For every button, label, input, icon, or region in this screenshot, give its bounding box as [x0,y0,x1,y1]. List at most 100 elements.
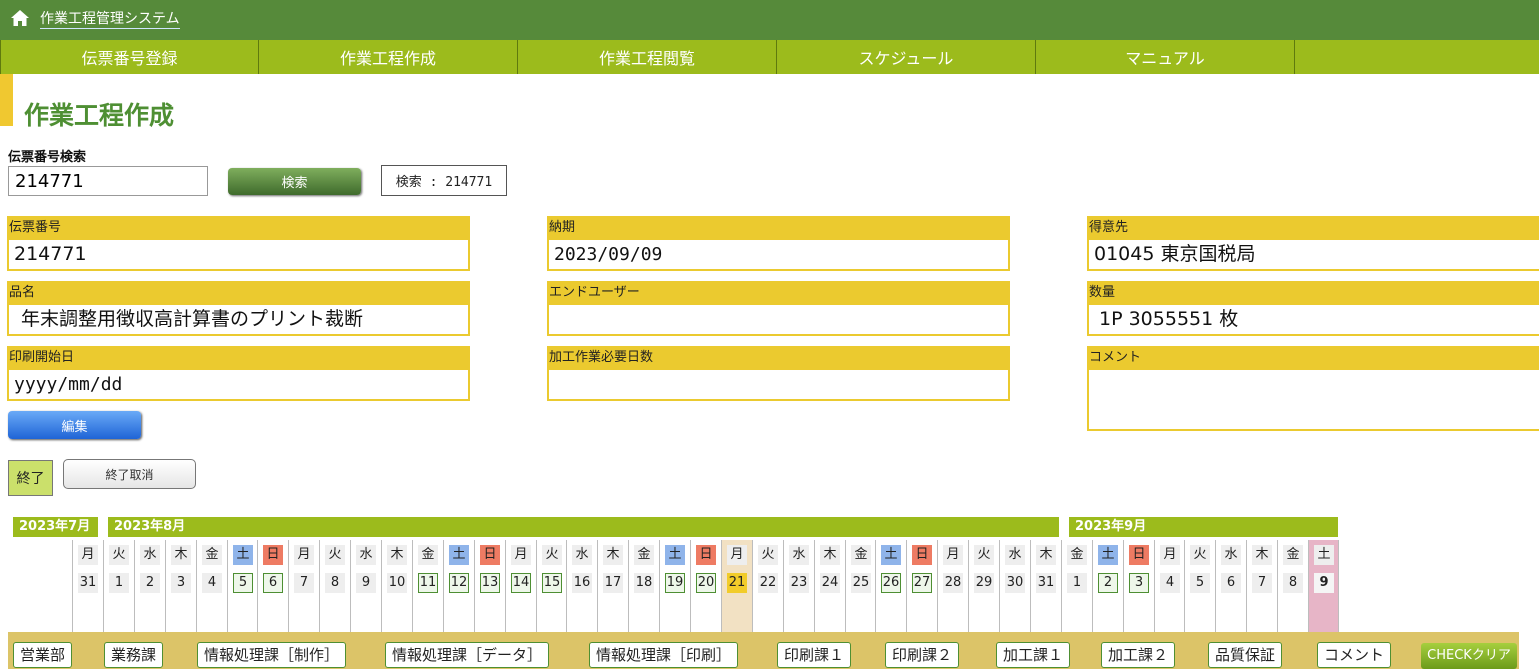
calendar-day[interactable]: 金1 [1061,540,1092,632]
print-start-value[interactable]: yyyy/mm/dd [9,370,468,399]
calendar-day[interactable]: 日 20 [690,540,721,632]
calendar-day[interactable]: 金4 [196,540,227,632]
comment-value[interactable] [1089,370,1539,399]
nav-process-view[interactable]: 作業工程閲覧 [518,40,777,74]
processing-days-value[interactable] [549,370,1008,399]
slip-search-input[interactable] [8,166,208,196]
calendar-day[interactable]: 土 26 [875,540,906,632]
calendar-day[interactable]: 火8 [319,540,350,632]
dept-processing-2[interactable]: 加工課２ [1101,642,1176,668]
cancel-done-button[interactable]: 終了取消 [63,459,196,489]
calendar-day[interactable]: 水 23 [783,540,814,632]
app-title-link[interactable]: 作業工程管理システム [40,10,180,29]
calendar-day[interactable]: 火1 [103,540,134,632]
slip-no-value[interactable]: 214771 [9,240,468,269]
calendar-day[interactable]: 火 29 [968,540,999,632]
dept-info-production[interactable]: 情報処理課［制作］ [197,642,347,668]
calendar-day[interactable]: 日 13 [474,540,505,632]
calendar-date: 27 [912,573,932,593]
calendar-day[interactable]: 火 15 [536,540,567,632]
calendar-day[interactable]: 金8 [1277,540,1308,632]
calendar-day[interactable]: 月 31 [72,540,103,632]
calendar-day[interactable]: 土2 [1092,540,1123,632]
calendar-weekday: 月 [943,545,963,565]
calendar-day[interactable]: 金 11 [412,540,443,632]
customer-field[interactable]: 得意先 01045 東京国税局 [1087,216,1539,271]
calendar-date: 7 [294,573,314,593]
month-header-september: 2023年9月 [1069,517,1338,537]
dept-quality[interactable]: 品質保証 [1208,642,1283,668]
calendar-weekday: 水 [789,545,809,565]
calendar-day[interactable]: 木3 [165,540,196,632]
calendar-day[interactable]: 月7 [288,540,319,632]
calendar-day[interactable]: 土 12 [443,540,474,632]
home-icon[interactable] [10,9,30,27]
dept-print-2[interactable]: 印刷課２ [885,642,960,668]
dept-info-print[interactable]: 情報処理課［印刷］ [589,642,739,668]
dept-sales[interactable]: 営業部 [13,642,73,668]
calendar-day[interactable]: 木 31 [1030,540,1061,632]
comment-field[interactable]: コメント [1087,346,1539,431]
calendar-day[interactable]: 日3 [1123,540,1154,632]
nav-slip-register[interactable]: 伝票番号登録 [0,40,259,74]
print-start-field[interactable]: 印刷開始日 yyyy/mm/dd [7,346,470,401]
calendar-day[interactable]: 木7 [1246,540,1277,632]
check-clear-button[interactable]: CHECKクリア [1421,643,1517,669]
edit-button[interactable]: 編集 [8,411,141,439]
slip-no-field[interactable]: 伝票番号 214771 [7,216,470,271]
calendar-day[interactable]: 木 10 [381,540,412,632]
calendar-date: 18 [634,573,654,593]
end-user-field[interactable]: エンドユーザー [547,281,1010,336]
nav-manual[interactable]: マニュアル [1036,40,1295,74]
due-date-value[interactable]: 2023/09/09 [549,240,1008,269]
calendar-day[interactable]: 水2 [134,540,165,632]
calendar-date: 16 [572,573,592,593]
calendar-day[interactable]: 土 19 [659,540,690,632]
calendar-day[interactable]: 水6 [1215,540,1246,632]
calendar-date: 3 [171,573,191,593]
calendar-day[interactable]: 土5 [227,540,258,632]
calendar-date: 20 [696,573,716,593]
calendar-day[interactable]: 金 25 [845,540,876,632]
calendar-day[interactable]: 日 27 [906,540,937,632]
month-header-july: 2023年7月 [13,517,98,537]
calendar-day[interactable]: 月 21 [721,540,752,632]
calendar-date: 19 [665,573,685,593]
calendar-date: 1 [109,573,129,593]
calendar-day[interactable]: 水9 [350,540,381,632]
customer-value[interactable]: 01045 東京国税局 [1089,240,1539,269]
calendar-day[interactable]: 月 14 [505,540,536,632]
dept-comment[interactable]: コメント [1317,642,1392,668]
quantity-value[interactable]: 1P 3055551 枚 [1089,305,1539,334]
calendar-day[interactable]: 水 16 [566,540,597,632]
calendar-day[interactable]: 火5 [1184,540,1215,632]
calendar-weekday: 月 [511,545,531,565]
calendar-day[interactable]: 金 18 [628,540,659,632]
calendar-day[interactable]: 水 30 [999,540,1030,632]
product-value[interactable]: 年末調整用徴収高計算書のプリント裁断 [9,305,468,334]
calendar-weekday: 水 [1221,545,1241,565]
end-user-value[interactable] [549,305,1008,334]
calendar-day[interactable]: 木 17 [597,540,628,632]
calendar-day[interactable]: 月 28 [937,540,968,632]
nav-process-create[interactable]: 作業工程作成 [259,40,518,74]
calendar-day[interactable]: 土9 [1308,540,1339,632]
calendar-date: 30 [1005,573,1025,593]
product-field[interactable]: 品名 年末調整用徴収高計算書のプリント裁断 [7,281,470,336]
dept-print-1[interactable]: 印刷課１ [777,642,852,668]
calendar-day[interactable]: 日6 [257,540,288,632]
due-date-field[interactable]: 納期 2023/09/09 [547,216,1010,271]
done-button[interactable]: 終了 [8,460,53,496]
dept-info-data[interactable]: 情報処理課［データ］ [385,642,550,668]
search-button[interactable]: 検索 [228,168,361,195]
nav-schedule[interactable]: スケジュール [777,40,1036,74]
calendar-date: 29 [974,573,994,593]
processing-days-field[interactable]: 加工作業必要日数 [547,346,1010,401]
calendar-day[interactable]: 月4 [1154,540,1185,632]
calendar-day[interactable]: 火 22 [752,540,783,632]
dept-business[interactable]: 業務課 [104,642,164,668]
quantity-field[interactable]: 数量 1P 3055551 枚 [1087,281,1539,336]
dept-processing-1[interactable]: 加工課１ [996,642,1071,668]
calendar-day[interactable]: 木 24 [814,540,845,632]
calendar-weekday: 火 [974,545,994,565]
